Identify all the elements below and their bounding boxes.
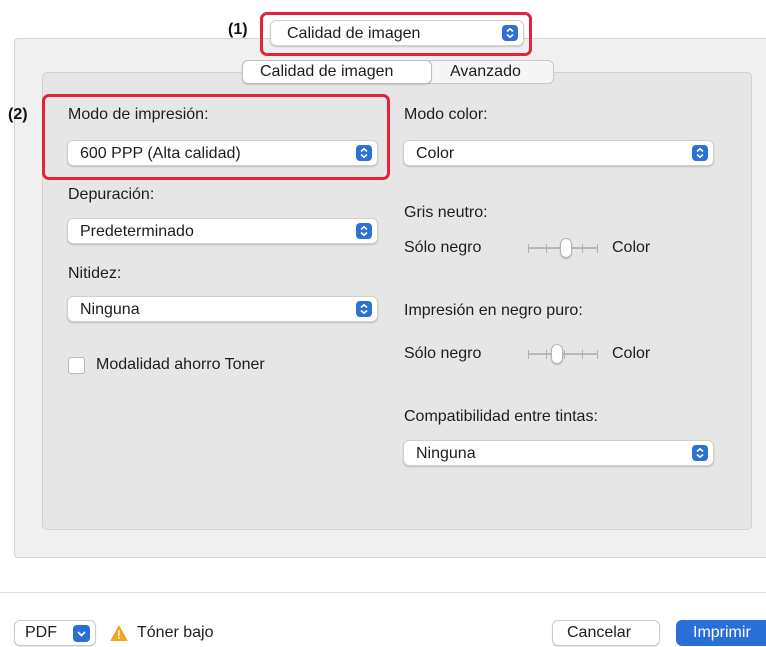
chevron-updown-icon xyxy=(502,25,518,41)
print-mode-label: Modo de impresión: xyxy=(68,106,209,123)
chevron-down-icon xyxy=(73,625,90,642)
pure-black-left-label: Sólo negro xyxy=(404,345,482,362)
print-mode-value: 600 PPP (Alta calidad) xyxy=(80,145,241,162)
pure-black-slider[interactable] xyxy=(526,342,600,366)
pure-black-label: Impresión en negro puro: xyxy=(404,302,583,319)
callout-1: (1) xyxy=(228,21,248,38)
chevron-updown-icon xyxy=(356,301,372,317)
slider-tick xyxy=(528,350,529,359)
print-button[interactable]: Imprimir xyxy=(676,620,766,646)
chevron-updown-icon xyxy=(692,445,708,461)
chevron-updown-icon xyxy=(356,223,372,239)
slider-tick xyxy=(528,244,529,253)
tab-avanzado[interactable]: Avanzado xyxy=(450,63,521,81)
chevron-updown-icon xyxy=(356,145,372,161)
slider-tick xyxy=(546,244,547,253)
debug-select[interactable]: Predeterminado xyxy=(67,218,378,244)
panel-select-value: Calidad de imagen xyxy=(287,25,421,42)
cancel-button[interactable]: Cancelar xyxy=(552,620,660,646)
footer-divider xyxy=(0,592,766,593)
cancel-label: Cancelar xyxy=(567,624,632,641)
slider-track xyxy=(528,353,598,355)
sharpness-select[interactable]: Ninguna xyxy=(67,296,378,322)
tab-calidad-de-imagen-label: Calidad de imagen xyxy=(260,63,394,80)
debug-label: Depuración: xyxy=(68,186,155,203)
pdf-label: PDF xyxy=(25,624,57,641)
toner-save-label[interactable]: Modalidad ahorro Toner xyxy=(96,356,265,374)
pure-black-right-label: Color xyxy=(612,345,651,362)
slider-tick xyxy=(564,350,565,359)
ink-compat-select[interactable]: Ninguna xyxy=(403,440,714,466)
neutral-gray-right-label: Color xyxy=(612,239,651,256)
slider-tick xyxy=(597,350,598,359)
chevron-updown-icon xyxy=(692,145,708,161)
ink-compat-label: Compatibilidad entre tintas: xyxy=(404,408,598,425)
slider-tick xyxy=(582,350,583,359)
debug-value: Predeterminado xyxy=(80,223,194,240)
ink-compat-value: Ninguna xyxy=(416,445,476,462)
slider-tick xyxy=(582,244,583,253)
pdf-menu-button[interactable]: PDF xyxy=(14,620,96,646)
sharpness-value: Ninguna xyxy=(80,301,140,318)
toner-low-warning: Tóner bajo xyxy=(137,624,214,641)
warning-icon xyxy=(110,625,128,642)
color-mode-select[interactable]: Color xyxy=(403,140,714,166)
sharpness-label: Nitidez: xyxy=(68,265,122,282)
neutral-gray-slider[interactable] xyxy=(526,236,600,260)
callout-2: (2) xyxy=(8,106,28,123)
color-mode-value: Color xyxy=(416,145,455,162)
slider-tick xyxy=(546,350,547,359)
toner-save-checkbox[interactable] xyxy=(68,357,85,374)
color-mode-label: Modo color: xyxy=(404,106,488,123)
slider-tick xyxy=(597,244,598,253)
print-label: Imprimir xyxy=(693,624,751,641)
neutral-gray-label: Gris neutro: xyxy=(404,204,488,221)
print-mode-select[interactable]: 600 PPP (Alta calidad) xyxy=(67,140,378,166)
slider-knob[interactable] xyxy=(560,238,572,258)
neutral-gray-left-label: Sólo negro xyxy=(404,239,482,256)
panel-select-popup[interactable]: Calidad de imagen xyxy=(270,20,524,46)
slider-knob[interactable] xyxy=(551,344,563,364)
